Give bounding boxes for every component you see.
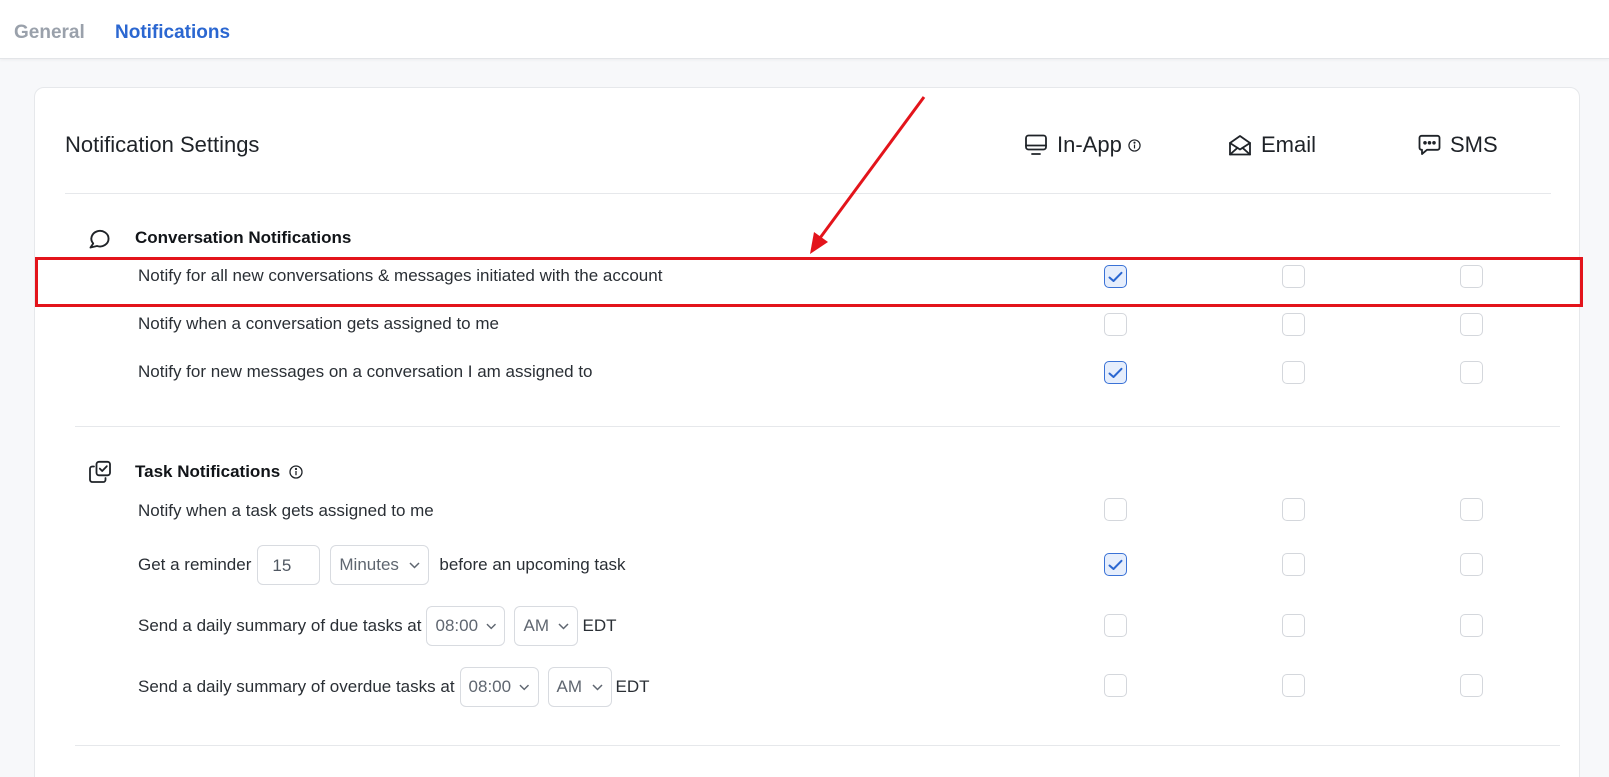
- section-divider: [75, 426, 1560, 427]
- checkbox-task3-in-app[interactable]: [1104, 614, 1127, 637]
- column-label-email: Email: [1261, 132, 1317, 157]
- envelope-open-icon: [1229, 134, 1251, 155]
- column-header-in-app: In-App: [1024, 132, 1150, 158]
- chevron-down-icon: [486, 623, 497, 629]
- checkbox-conv3-sms[interactable]: [1460, 361, 1483, 384]
- chat-bubble-icon: [89, 229, 110, 249]
- chevron-down-icon: [558, 622, 570, 630]
- checkbox-task4-in-app[interactable]: [1104, 674, 1127, 697]
- info-icon[interactable]: [1128, 138, 1141, 152]
- overdue-summary-timezone: EDT: [615, 677, 650, 696]
- checkbox-task1-email[interactable]: [1282, 498, 1305, 521]
- column-header-email: Email: [1228, 132, 1316, 158]
- chevron-down-icon: [519, 684, 530, 690]
- checkbox-conv2-sms[interactable]: [1460, 313, 1483, 336]
- conversation-row-label-2: Notify when a conversation gets assigned…: [138, 314, 499, 333]
- checkmark-icon: [1108, 367, 1123, 378]
- overdue-summary-time-select[interactable]: 08:00: [459, 667, 539, 707]
- checkmark-icon: [1108, 559, 1123, 570]
- due-summary-time-select[interactable]: 08:00: [426, 606, 506, 646]
- chat-dots-icon: [1418, 134, 1441, 155]
- conversation-row-label-3: Notify for new messages on a conversatio…: [138, 362, 593, 381]
- section-title-task: Task Notifications: [135, 462, 303, 482]
- overdue-summary-period-select[interactable]: AM: [547, 667, 612, 707]
- column-label-in-app: In-App: [1057, 132, 1122, 157]
- checkbox-task1-in-app[interactable]: [1104, 498, 1127, 521]
- tab-notifications[interactable]: Notifications: [115, 22, 230, 44]
- column-header-sms: SMS: [1418, 132, 1498, 158]
- reminder-label-after: before an upcoming task: [439, 555, 626, 574]
- checkbox-task3-sms[interactable]: [1460, 614, 1483, 637]
- checkbox-task1-sms[interactable]: [1460, 498, 1483, 521]
- highlight-box: [35, 257, 1583, 307]
- task-row-due-summary: Send a daily summary of due tasks at 08:…: [138, 606, 616, 646]
- overdue-summary-label: Send a daily summary of overdue tasks at: [138, 677, 455, 696]
- checkbox-task2-email[interactable]: [1282, 553, 1305, 576]
- task-row-overdue-summary: Send a daily summary of overdue tasks at…: [138, 667, 650, 707]
- checkbox-task2-sms[interactable]: [1460, 553, 1483, 576]
- column-label-sms: SMS: [1450, 132, 1498, 157]
- due-summary-label: Send a daily summary of due tasks at: [138, 616, 422, 635]
- reminder-amount-input[interactable]: 15: [257, 545, 321, 585]
- checkbox-task4-sms[interactable]: [1460, 674, 1483, 697]
- section-divider: [75, 745, 1560, 746]
- reminder-label-before: Get a reminder: [138, 555, 252, 574]
- due-summary-timezone: EDT: [582, 616, 617, 635]
- checkbox-conv2-in-app[interactable]: [1104, 313, 1127, 336]
- reminder-unit-select[interactable]: Minutes: [330, 545, 430, 585]
- chevron-down-icon: [592, 683, 603, 691]
- checkbox-task2-in-app[interactable]: [1104, 553, 1127, 576]
- checkbox-conv2-email[interactable]: [1282, 313, 1305, 336]
- section-title-conversation: Conversation Notifications: [135, 228, 352, 247]
- header-divider: [65, 193, 1551, 194]
- checkbox-task3-email[interactable]: [1282, 614, 1305, 637]
- tab-general[interactable]: General: [14, 22, 85, 44]
- checkbox-task4-email[interactable]: [1282, 674, 1305, 697]
- task-checkbox-stack-icon: [89, 460, 111, 483]
- checkbox-conv3-in-app[interactable]: [1104, 361, 1127, 384]
- page-title: Notification Settings: [65, 132, 260, 157]
- chevron-down-icon: [409, 561, 420, 569]
- checkbox-conv3-email[interactable]: [1282, 361, 1305, 384]
- info-icon[interactable]: [289, 465, 303, 479]
- monitor-icon: [1025, 134, 1047, 155]
- task-row-reminder: Get a reminder 15 Minutes before an upco…: [138, 545, 626, 585]
- top-tab-bar: General Notifications: [0, 0, 1609, 59]
- task-row-label-1: Notify when a task gets assigned to me: [138, 501, 434, 520]
- due-summary-period-select[interactable]: AM: [514, 606, 579, 646]
